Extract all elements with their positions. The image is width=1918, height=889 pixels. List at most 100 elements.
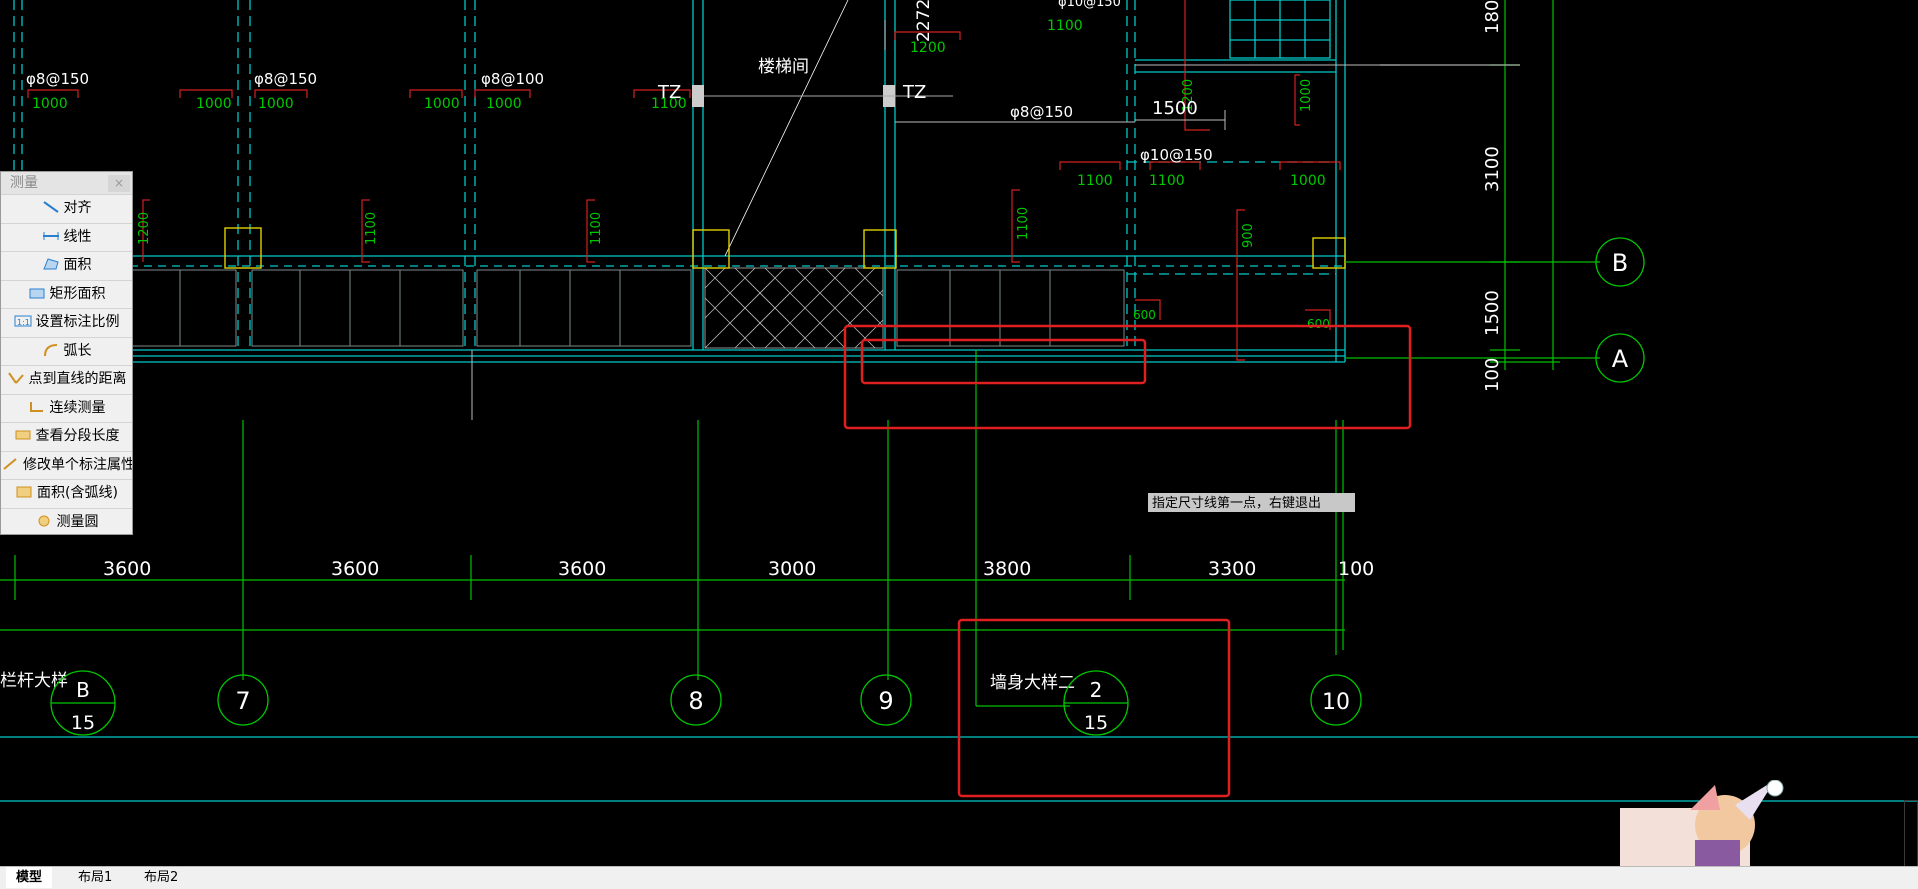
circle-measure-icon <box>35 511 53 526</box>
dimension-text: 1500 <box>1152 98 1198 119</box>
arc-area-icon <box>15 482 33 498</box>
measure-arc-length-button[interactable]: 弧长 <box>1 336 132 366</box>
rebar-label: φ10@150 <box>1058 0 1121 10</box>
measure-item-label: 面积 <box>63 257 92 273</box>
rebar-label: φ8@150 <box>26 70 89 88</box>
tz-label: TZ <box>902 82 926 103</box>
tab-model[interactable]: 模型 <box>6 867 53 888</box>
green-dim: 1100 <box>364 212 379 245</box>
dimension-lines <box>471 20 1400 420</box>
close-icon[interactable]: × <box>108 175 130 192</box>
measure-panel-title: 测量 × <box>1 172 132 194</box>
columns <box>224 227 1346 269</box>
rebar-label: φ8@150 <box>1010 103 1073 121</box>
measure-item-label: 测量圆 <box>56 513 99 530</box>
green-dim: 1000 <box>196 96 232 112</box>
measure-linear-button[interactable]: 线性 <box>1 222 132 252</box>
green-dim: 1000 <box>1299 79 1314 112</box>
measure-item-label: 对齐 <box>63 200 92 216</box>
rebar-brackets <box>27 0 1341 361</box>
bottom-dim: 3600 <box>331 558 379 580</box>
bottom-dim: 3300 <box>1208 558 1256 580</box>
area-icon <box>42 254 60 270</box>
rebar-label: φ8@150 <box>254 70 317 88</box>
green-dim: 1000 <box>1290 173 1326 189</box>
detail-ref-bottom: 15 <box>71 712 95 734</box>
measure-align-button[interactable]: 对齐 <box>1 194 132 223</box>
measure-item-label: 点到直线的距离 <box>28 371 127 387</box>
measure-item-label: 修改单个标注属性 <box>23 456 132 473</box>
right-dim: 1500 <box>1482 290 1503 336</box>
highlight-boxes <box>843 324 1412 798</box>
green-dim: 900 <box>1241 223 1256 248</box>
tab-layout2[interactable]: 布局2 <box>134 867 188 888</box>
green-dim: 1000 <box>258 96 294 112</box>
bottom-dim: 3000 <box>768 558 816 580</box>
tz-column-left <box>692 85 704 107</box>
grid-lines <box>0 0 1600 707</box>
measure-rect-area-button[interactable]: 矩形面积 <box>1 279 132 309</box>
rect-area-icon <box>28 283 46 298</box>
stair-label: 楼梯间 <box>758 57 809 77</box>
measure-area-button[interactable]: 面积 <box>1 251 132 280</box>
green-dim: 1000 <box>32 96 68 112</box>
measure-segment-button[interactable]: 查看分段长度 <box>1 422 132 451</box>
green-dim: 1100 <box>589 212 604 245</box>
measure-point-line-button[interactable]: 点到直线的距离 <box>1 365 132 394</box>
detail-ref-bottom: 15 <box>1084 712 1108 734</box>
green-dim: 1100 <box>1149 173 1185 189</box>
stair-hatch <box>704 0 884 349</box>
measure-continuous-button[interactable]: 连续测量 <box>1 393 132 423</box>
measure-item-label: 线性 <box>63 228 92 245</box>
axis-label: 10 <box>1322 690 1350 715</box>
measure-item-label: 查看分段长度 <box>35 428 120 444</box>
mascot-image <box>1620 780 1784 866</box>
axis-label-b: B <box>1612 249 1628 277</box>
measure-panel: 测量 × 对齐 线性 面积 矩形面积 1:1 设置标注比例 弧长 点到直线的距离 … <box>0 171 133 535</box>
align-measure-icon <box>42 197 60 213</box>
arc-length-icon <box>42 340 60 356</box>
bottom-dim: 3600 <box>103 558 151 580</box>
measure-edit-dim-button[interactable]: 修改单个标注属性 <box>1 450 132 480</box>
measure-item-label: 弧长 <box>63 342 92 359</box>
scale-icon: 1:1 <box>14 311 32 327</box>
command-prompt: 指定尺寸线第一点，右键退出 <box>1152 496 1321 511</box>
axis-label: 7 <box>235 687 250 715</box>
green-dim: 1000 <box>424 96 460 112</box>
bottom-dim: 3800 <box>983 558 1031 580</box>
dimension-text: 2272 <box>914 0 934 42</box>
tz-label: TZ <box>657 82 681 103</box>
axis-label-a: A <box>1612 345 1629 373</box>
cad-drawing-canvas[interactable]: φ8@150 φ8@150 φ8@100 φ8@150 φ10@150 φ10@… <box>0 0 1918 866</box>
detail-ref-top: 2 <box>1090 678 1103 702</box>
detail-label: 栏杆大样 <box>0 671 68 691</box>
measure-item-label: 连续测量 <box>49 399 106 416</box>
right-dim: 3100 <box>1482 146 1503 192</box>
right-dim: 180 <box>1482 0 1503 34</box>
axis-label: 9 <box>878 687 893 715</box>
bottom-dim: 3600 <box>558 558 606 580</box>
green-dim: 1200 <box>137 212 152 245</box>
linear-measure-icon <box>42 226 60 240</box>
right-dim: 100 <box>1482 358 1503 392</box>
edit-dimension-icon <box>1 454 19 470</box>
detail-label: 墙身大样二 <box>990 673 1075 693</box>
continuous-measure-icon <box>28 397 46 412</box>
layout-tabs: 模型 布局1 布局2 <box>0 866 1918 889</box>
measure-arc-area-button[interactable]: 面积(含弧线) <box>1 479 132 508</box>
rebar-label: φ8@100 <box>481 70 544 88</box>
measure-scale-button[interactable]: 1:1 设置标注比例 <box>1 308 132 337</box>
tab-layout1[interactable]: 布局1 <box>68 867 122 888</box>
rebar-label: φ10@150 <box>1140 146 1213 164</box>
axis-labels: B A 7 8 9 10 B 15 2 15 <box>71 249 1629 734</box>
detail-ref-top: B <box>76 678 90 702</box>
vertical-scrollbar[interactable] <box>1904 800 1918 868</box>
point-line-distance-icon <box>7 368 25 384</box>
axis-label: 8 <box>688 687 703 715</box>
measure-item-label: 矩形面积 <box>49 285 106 302</box>
window-panes <box>129 269 1125 347</box>
green-dim: 600 <box>1133 308 1156 322</box>
measure-circle-button[interactable]: 测量圆 <box>1 507 132 537</box>
green-dim: 1100 <box>1016 207 1031 240</box>
axis-bubbles <box>50 237 1645 736</box>
